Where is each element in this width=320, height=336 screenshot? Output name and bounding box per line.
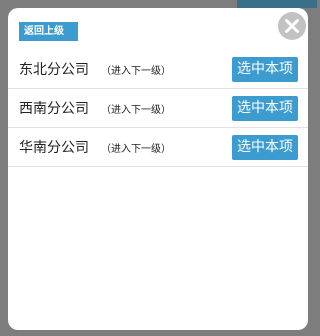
enter-next-level-link[interactable]: （进入下一级） — [101, 140, 171, 155]
branch-name[interactable]: 华南分公司 — [19, 137, 89, 157]
branch-list: 东北分公司 （进入下一级） 选中本项 西南分公司 （进入下一级） 选中本项 华南… — [8, 50, 308, 167]
org-picker-dialog: 返回上级 东北分公司 （进入下一级） 选中本项 西南分公司 （进入下一级） 选中… — [8, 8, 308, 330]
enter-next-level-link[interactable]: （进入下一级） — [101, 62, 171, 77]
close-button[interactable] — [278, 12, 306, 40]
list-item: 东北分公司 （进入下一级） 选中本项 — [8, 50, 308, 89]
branch-name[interactable]: 东北分公司 — [19, 59, 89, 79]
enter-next-level-link[interactable]: （进入下一级） — [101, 101, 171, 116]
list-item: 华南分公司 （进入下一级） 选中本项 — [8, 128, 308, 167]
background-window-edge — [237, 0, 317, 8]
select-item-button[interactable]: 选中本项 — [232, 57, 298, 82]
select-item-button[interactable]: 选中本项 — [232, 135, 298, 160]
close-icon — [285, 19, 299, 33]
list-item: 西南分公司 （进入下一级） 选中本项 — [8, 89, 308, 128]
branch-name[interactable]: 西南分公司 — [19, 98, 89, 118]
select-item-button[interactable]: 选中本项 — [232, 96, 298, 121]
back-to-parent-button[interactable]: 返回上级 — [19, 22, 78, 41]
